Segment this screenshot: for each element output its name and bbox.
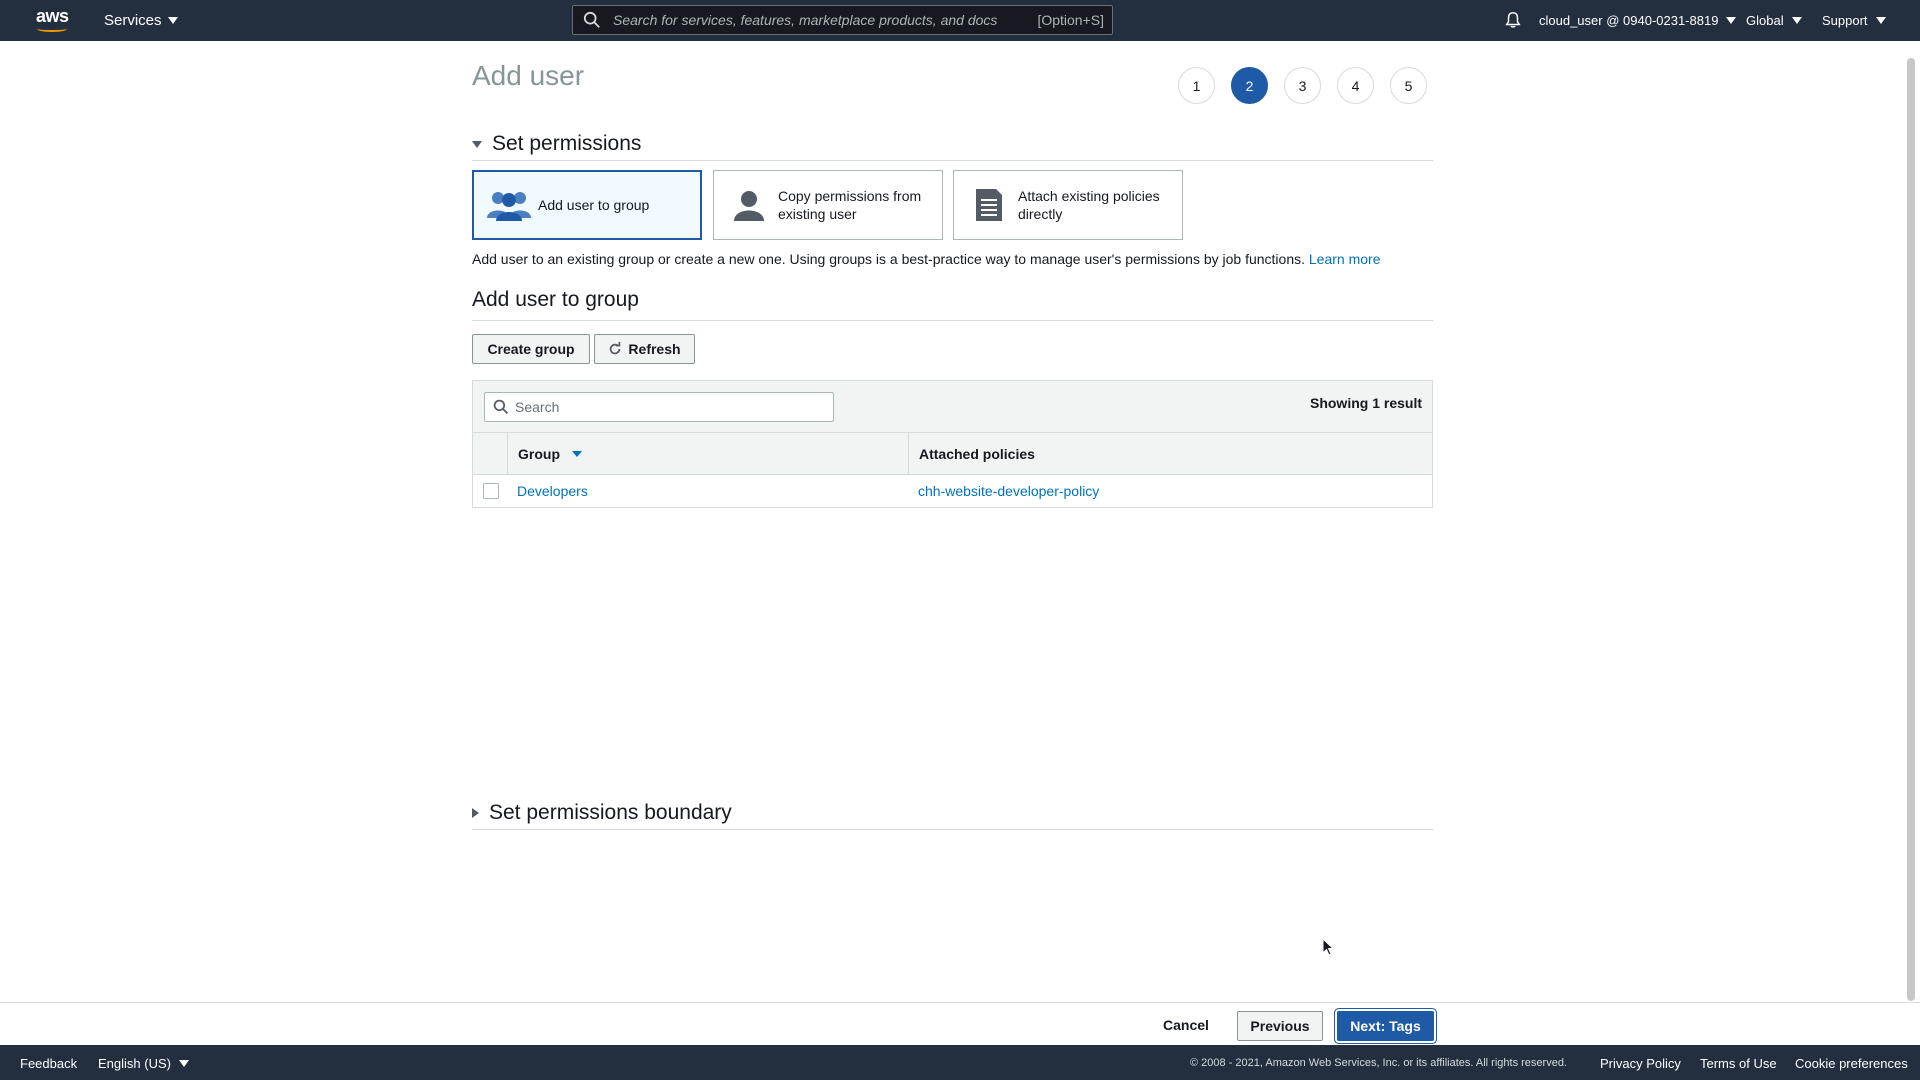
- option-label: Copy permissions from existing user: [778, 188, 922, 222]
- page-footer: Feedback English (US) © 2008 - 2021, Ama…: [0, 1045, 1920, 1080]
- wizard-action-bar: [0, 1002, 1920, 1046]
- privacy-policy-link[interactable]: Privacy Policy: [1600, 1056, 1681, 1071]
- aws-logo-smile: [37, 26, 67, 32]
- option-copy-permissions[interactable]: Copy permissions from existing user: [713, 170, 943, 240]
- group-icon: [486, 185, 532, 225]
- wizard-step-3[interactable]: 3: [1284, 67, 1321, 104]
- notification-bell-icon[interactable]: [1504, 11, 1522, 29]
- table-row: Developers chh-website-developer-policy: [473, 475, 1432, 507]
- expand-caret-icon: [472, 808, 479, 818]
- document-icon: [966, 185, 1012, 225]
- set-permissions-title: Set permissions: [492, 132, 642, 155]
- attached-policies-column-header: Attached policies: [919, 445, 1035, 462]
- region-label: Global: [1746, 13, 1784, 28]
- select-column-header: [473, 433, 508, 474]
- sort-descending-icon[interactable]: [572, 450, 582, 457]
- policy-link[interactable]: chh-website-developer-policy: [918, 483, 1099, 499]
- page-title: Add user: [472, 60, 585, 91]
- table-search-input[interactable]: [515, 399, 833, 415]
- language-caret-icon: [178, 1060, 189, 1067]
- services-menu-button[interactable]: Services: [104, 12, 178, 29]
- wizard-step-1[interactable]: 1: [1178, 67, 1215, 104]
- set-permissions-boundary-title: Set permissions boundary: [489, 801, 732, 824]
- table-header: Group Attached policies: [473, 433, 1432, 475]
- set-permissions-header[interactable]: Set permissions: [472, 132, 1433, 161]
- feedback-link[interactable]: Feedback: [20, 1056, 77, 1071]
- option-label: Add user to group: [538, 197, 650, 213]
- wizard-steps: 1 2 3 4 5: [1178, 67, 1427, 104]
- search-shortcut-hint: [Option+S]: [1037, 12, 1104, 28]
- table-search-box[interactable]: [484, 392, 834, 422]
- user-icon: [726, 185, 772, 225]
- services-caret-icon: [167, 17, 178, 24]
- wizard-step-5[interactable]: 5: [1390, 67, 1427, 104]
- cancel-button[interactable]: Cancel: [1163, 1017, 1209, 1033]
- wizard-step-4[interactable]: 4: [1337, 67, 1374, 104]
- wizard-step-2[interactable]: 2: [1231, 67, 1268, 104]
- cookie-preferences-link[interactable]: Cookie preferences: [1795, 1056, 1908, 1071]
- region-caret-icon: [1791, 17, 1802, 24]
- learn-more-link[interactable]: Learn more: [1309, 251, 1381, 267]
- policies-cell: chh-website-developer-policy: [909, 483, 1099, 499]
- row-select-cell: [473, 483, 508, 499]
- row-checkbox[interactable]: [482, 483, 499, 499]
- services-label: Services: [104, 12, 162, 29]
- table-toolbar: Showing 1 result: [473, 381, 1432, 433]
- group-link[interactable]: Developers: [517, 483, 588, 499]
- support-label: Support: [1822, 13, 1868, 28]
- group-column-label: Group: [518, 445, 560, 462]
- result-count: Showing 1 result: [1309, 395, 1422, 411]
- groups-table: Showing 1 result Group Attached policies…: [472, 380, 1433, 508]
- description-text: Add user to an existing group or create …: [472, 251, 1305, 267]
- language-selector[interactable]: English (US): [98, 1056, 189, 1071]
- region-menu-button[interactable]: Global: [1746, 13, 1802, 28]
- terms-of-use-link[interactable]: Terms of Use: [1700, 1056, 1777, 1071]
- previous-button[interactable]: Previous: [1237, 1011, 1323, 1041]
- refresh-button[interactable]: Refresh: [594, 334, 695, 364]
- group-column-header[interactable]: Group: [508, 433, 909, 474]
- set-permissions-boundary-header[interactable]: Set permissions boundary: [472, 801, 1433, 830]
- global-search-input[interactable]: [601, 12, 1038, 28]
- collapse-caret-icon: [472, 140, 482, 148]
- page-scrollbar[interactable]: [1907, 58, 1915, 1001]
- add-user-to-group-header: Add user to group: [472, 288, 1433, 321]
- create-group-button[interactable]: Create group: [472, 334, 590, 364]
- refresh-icon: [610, 342, 621, 355]
- top-navigation-bar: aws Services [Option+S] cloud_user @ 094…: [0, 0, 1920, 41]
- copyright-text: © 2008 - 2021, Amazon Web Services, Inc.…: [1190, 1057, 1567, 1069]
- search-icon: [583, 11, 600, 28]
- option-label: Attach existing policies directly: [1018, 188, 1160, 222]
- aws-logo-text: aws: [36, 6, 69, 26]
- group-cell: Developers: [508, 483, 909, 499]
- support-caret-icon: [1875, 17, 1886, 24]
- language-label: English (US): [98, 1056, 171, 1071]
- option-attach-policies[interactable]: Attach existing policies directly: [953, 170, 1183, 240]
- account-label: cloud_user @ 0940-0231-8819: [1539, 13, 1719, 28]
- next-tags-button[interactable]: Next: Tags: [1337, 1011, 1434, 1041]
- search-icon: [493, 399, 509, 415]
- account-caret-icon: [1726, 17, 1737, 24]
- global-search-box[interactable]: [Option+S]: [572, 5, 1113, 35]
- option-add-user-to-group[interactable]: Add user to group: [472, 170, 702, 240]
- support-menu-button[interactable]: Support: [1822, 13, 1886, 28]
- permissions-description: Add user to an existing group or create …: [472, 251, 1380, 267]
- refresh-label: Refresh: [628, 341, 681, 357]
- aws-logo[interactable]: aws: [36, 6, 72, 34]
- mouse-cursor-icon: [1322, 938, 1334, 956]
- account-menu-button[interactable]: cloud_user @ 0940-0231-8819: [1539, 13, 1737, 28]
